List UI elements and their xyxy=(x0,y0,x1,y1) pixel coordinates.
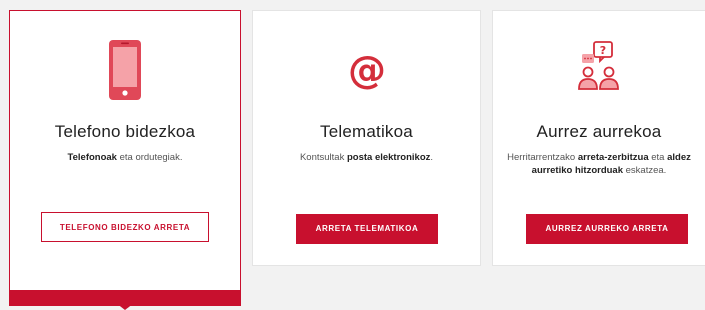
desc-text: . xyxy=(430,152,434,163)
card-title: Telefono bidezkoa xyxy=(54,122,196,141)
in-person-service-card[interactable]: ? Aurrez aurrekoa Herritarrentzako arret… xyxy=(492,10,705,266)
card-description: Kontsultak posta elektronikoz. xyxy=(267,152,466,165)
smartphone-icon xyxy=(10,39,240,100)
desc-text: Kontsultak xyxy=(299,152,347,163)
card-title: Aurrez aurrekoa xyxy=(536,122,662,141)
telematic-service-card[interactable]: @ Telematikoa Kontsultak posta elektroni… xyxy=(252,10,481,266)
desc-text: eskatzea. xyxy=(623,164,667,176)
card-description: Telefonoak eta ordutegiak. xyxy=(24,152,226,165)
phone-service-card[interactable]: Telefono bidezkoa Telefonoak eta orduteg… xyxy=(9,10,241,310)
desc-bold-text: posta elektronikoz xyxy=(346,152,431,163)
active-indicator-bar xyxy=(10,290,240,310)
at-sign-icon: @ xyxy=(253,39,480,99)
telematic-attention-button[interactable]: ARRETA TELEMATIKOA xyxy=(296,214,438,244)
svg-text:@: @ xyxy=(348,48,386,92)
in-person-attention-button[interactable]: AURREZ AURREKO ARRETA xyxy=(526,214,688,244)
card-title: Telematikoa xyxy=(320,122,413,141)
card-description: Herritarrentzako arreta-zerbitzua eta al… xyxy=(507,152,691,177)
phone-attention-button[interactable]: TELEFONO BIDEZKO ARRETA xyxy=(41,212,209,242)
desc-text: Herritarrentzako xyxy=(507,152,578,163)
desc-text: eta xyxy=(648,152,668,163)
active-pointer-arrow xyxy=(116,303,134,310)
desc-bold-text: Telefonoak xyxy=(67,152,117,163)
people-chat-icon: ? xyxy=(493,39,705,99)
svg-text:?: ? xyxy=(600,44,606,57)
desc-bold-text: arreta-zerbitzua xyxy=(577,152,649,163)
desc-text: eta ordutegiak. xyxy=(116,152,183,163)
